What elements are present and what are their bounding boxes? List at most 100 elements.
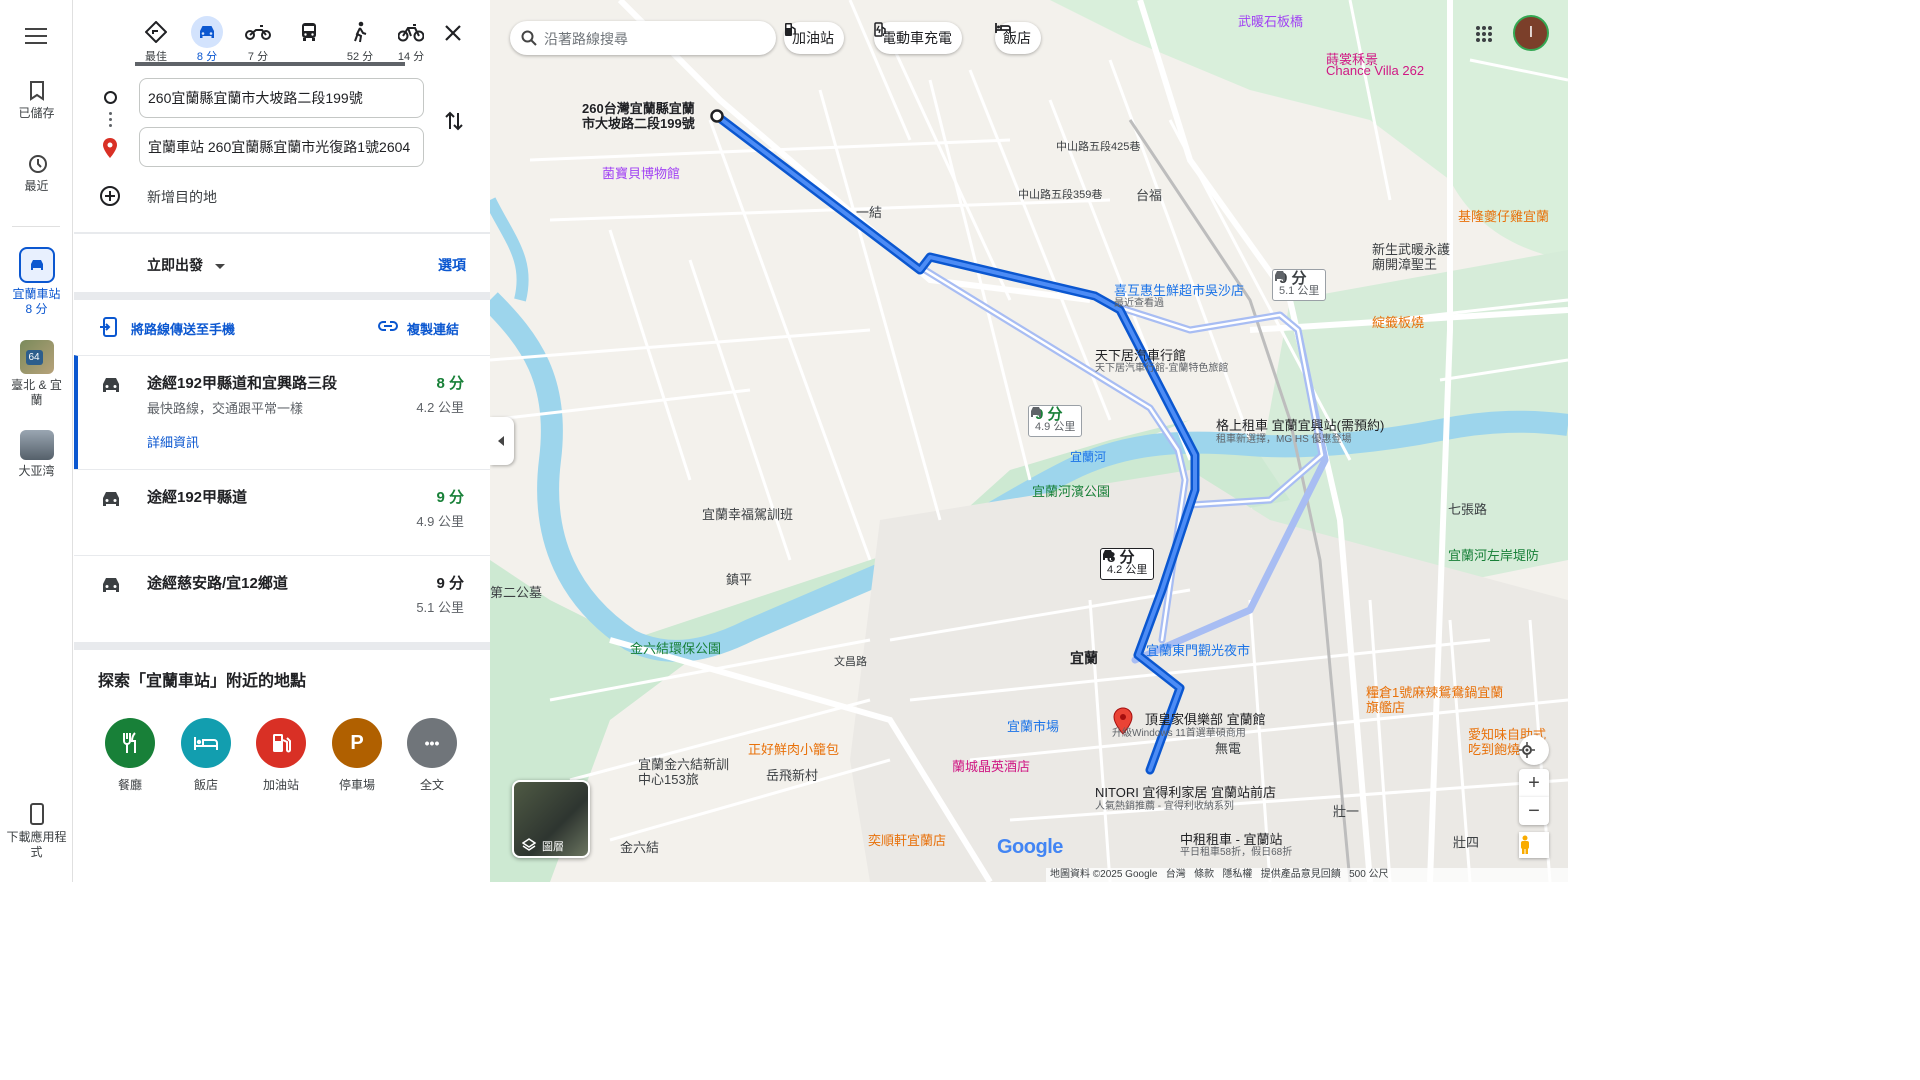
poi-label[interactable]: 金六結環保公園 (630, 638, 721, 657)
origin-input[interactable]: 260宜蘭縣宜蘭市大坡路二段199號 (139, 78, 424, 118)
category-hotels[interactable]: 飯店 (176, 718, 236, 793)
map-canvas[interactable]: 260台灣宜蘭縣宜蘭 市大坡路二段199號 菌寶貝博物館 一結 台福 喜互惠生鮮超… (490, 0, 1568, 882)
street-view-button[interactable] (1519, 832, 1549, 858)
place-thumbnail: 64 (19, 340, 54, 374)
destination-pin-icon (103, 138, 117, 158)
menu-icon[interactable] (25, 28, 47, 44)
origin-marker[interactable] (710, 109, 724, 123)
chip-ev-charging[interactable]: 電動車充電 (874, 22, 962, 54)
options-button[interactable]: 選項 (438, 255, 466, 275)
recent-button[interactable]: 最近 (0, 153, 73, 194)
depart-now-label: 立即出發 (147, 257, 203, 273)
zoom-out-button[interactable]: − (1519, 797, 1549, 825)
chip-label: 電動車充電 (882, 30, 952, 46)
route-time-box-alt2[interactable]: 9 分 5.1 公里 (1272, 269, 1327, 301)
link-icon (378, 321, 398, 331)
poi-label[interactable]: 武暖石板橋 (1238, 11, 1303, 30)
my-location-button[interactable] (1519, 735, 1549, 765)
poi-label[interactable]: 基隆夔仔雞宜蘭 (1458, 206, 1549, 225)
left-rail: 已儲存 最近 宜蘭車站 8 分 64 臺北 & 宜蘭 大亚湾 下載應用程式 (0, 0, 73, 882)
travel-modes: 最佳 8 分 7 分 52 分 14 分 (134, 16, 474, 64)
active-destination-item[interactable]: 宜蘭車站 8 分 (0, 247, 73, 317)
poi-label[interactable]: 宜蘭河濱公園 (1032, 481, 1110, 500)
category-parking[interactable]: P 停車場 (327, 718, 387, 793)
plus-icon: + (1528, 772, 1540, 794)
zoom-in-button[interactable]: + (1519, 769, 1549, 797)
copy-link-button[interactable]: 複製連結 (407, 319, 459, 338)
route-time: 9 分 (436, 489, 464, 506)
box-distance: 4.9 公里 (1035, 421, 1076, 433)
area-label: 無電 (1215, 741, 1242, 756)
poi-label[interactable]: 正好鮮肉小籠包 (748, 739, 839, 758)
category-label: 餐廳 (117, 778, 142, 792)
apps-grid-icon[interactable] (1475, 25, 1493, 43)
add-destination-icon[interactable] (100, 186, 120, 206)
depart-now-dropdown[interactable]: 立即出發 (147, 255, 225, 275)
chip-hotels[interactable]: 飯店 (995, 22, 1041, 54)
route-option-2[interactable]: 途經192甲縣道 9 分 4.9 公里 (74, 469, 490, 557)
route-distance: 5.1 公里 (416, 600, 464, 615)
route-details-link[interactable]: 詳細資訊 (147, 432, 199, 451)
mode-driving[interactable]: 8 分 (187, 16, 227, 64)
dropdown-arrow-icon (214, 263, 225, 269)
recent-label: 最近 (24, 179, 49, 193)
layers-label: 圖層 (542, 841, 564, 853)
mode-motorcycle[interactable]: 7 分 (238, 16, 278, 64)
road-label: 七張路 (1448, 502, 1488, 517)
more-icon: ••• (407, 718, 457, 768)
route-option-3[interactable]: 途經慈安路/宜12鄉道 9 分 5.1 公里 (74, 555, 490, 643)
destination-input[interactable]: 宜蘭車站 260宜蘭縣宜蘭市光復路1號2604 (139, 127, 424, 167)
poi-label[interactable]: 宜蘭東門觀光夜市 (1146, 640, 1250, 659)
search-along-route-input[interactable]: 沿著路線搜尋 (510, 21, 776, 55)
category-label: 停車場 (338, 778, 375, 792)
route-title: 途經192甲縣道和宜興路三段 (147, 375, 338, 392)
close-icon[interactable] (440, 20, 466, 46)
poi-label[interactable]: 奕順軒宜蘭店 (868, 830, 946, 849)
route-distance: 4.9 公里 (416, 514, 464, 529)
send-to-phone-button[interactable]: 將路線傳送至手機 (131, 319, 235, 338)
area-label: 金六結 (620, 840, 660, 855)
account-avatar[interactable]: I (1513, 15, 1549, 51)
route-distance: 4.2 公里 (416, 400, 464, 415)
area-label: 壯四 (1453, 835, 1480, 850)
poi-label[interactable]: 綻籤板燒 (1372, 312, 1424, 331)
active-destination-name: 宜蘭車站 (12, 287, 61, 301)
poi-label[interactable]: 宜蘭金六結新訓中心153旅 (638, 757, 734, 787)
layers-button[interactable]: 圖層 (512, 780, 590, 858)
category-restaurants[interactable]: 餐廳 (100, 718, 160, 793)
divider (74, 292, 490, 300)
swap-icon[interactable] (444, 109, 464, 133)
category-more[interactable]: ••• 全文 (402, 718, 462, 793)
mode-cycling[interactable]: 14 分 (391, 16, 431, 64)
recent-place-label: 臺北 & 宜蘭 (11, 378, 62, 407)
route-time-box-alt1[interactable]: 9 分 4.9 公里 (1028, 405, 1083, 437)
car-icon (18, 247, 55, 283)
collapse-panel-button[interactable] (490, 417, 514, 465)
category-gas-stations[interactable]: 加油站 (251, 718, 311, 793)
box-distance: 4.2 公里 (1107, 564, 1148, 576)
dots-icon (109, 112, 112, 127)
recent-place-taipei[interactable]: 64 臺北 & 宜蘭 (0, 340, 73, 408)
bicycle-icon (398, 24, 424, 42)
poi-label[interactable]: 宜蘭市場 (1007, 716, 1059, 735)
route-option-1[interactable]: 途經192甲縣道和宜興路三段 8 分 4.2 公里 最快路線，交通跟平常一樣 詳… (74, 355, 490, 469)
recent-place-dayawan[interactable]: 大亚湾 (0, 430, 73, 479)
poi-label[interactable]: 糧倉1號麻辣鴛鴦鍋宜蘭旗艦店 (1366, 685, 1506, 715)
route-time-box-main[interactable]: 8 分 4.2 公里 (1100, 548, 1155, 580)
add-destination-button[interactable]: 新增目的地 (147, 187, 217, 207)
mode-best[interactable]: 最佳 (136, 16, 176, 64)
road-label: 文昌路 (834, 656, 867, 668)
mode-transit[interactable] (289, 16, 329, 48)
avatar-letter: I (1528, 24, 1534, 41)
mode-walking[interactable]: 52 分 (340, 16, 380, 64)
poi-label[interactable]: 宜蘭幸福駕訓班 (702, 504, 793, 523)
chip-gas-stations[interactable]: 加油站 (784, 22, 844, 54)
ev-charging-icon (874, 22, 886, 37)
poi-label[interactable]: Chance Villa 262 (1326, 63, 1424, 78)
poi-label[interactable]: 蘭城晶英酒店 (952, 756, 1030, 775)
download-app-button[interactable]: 下載應用程式 (0, 802, 73, 860)
poi-sublabel: 租車新選擇，MG HS 優惠登場 (1216, 434, 1352, 445)
origin-circle-icon (104, 91, 117, 104)
poi-label[interactable]: 菌寶貝博物館 (602, 163, 680, 182)
saved-button[interactable]: 已儲存 (0, 80, 73, 121)
